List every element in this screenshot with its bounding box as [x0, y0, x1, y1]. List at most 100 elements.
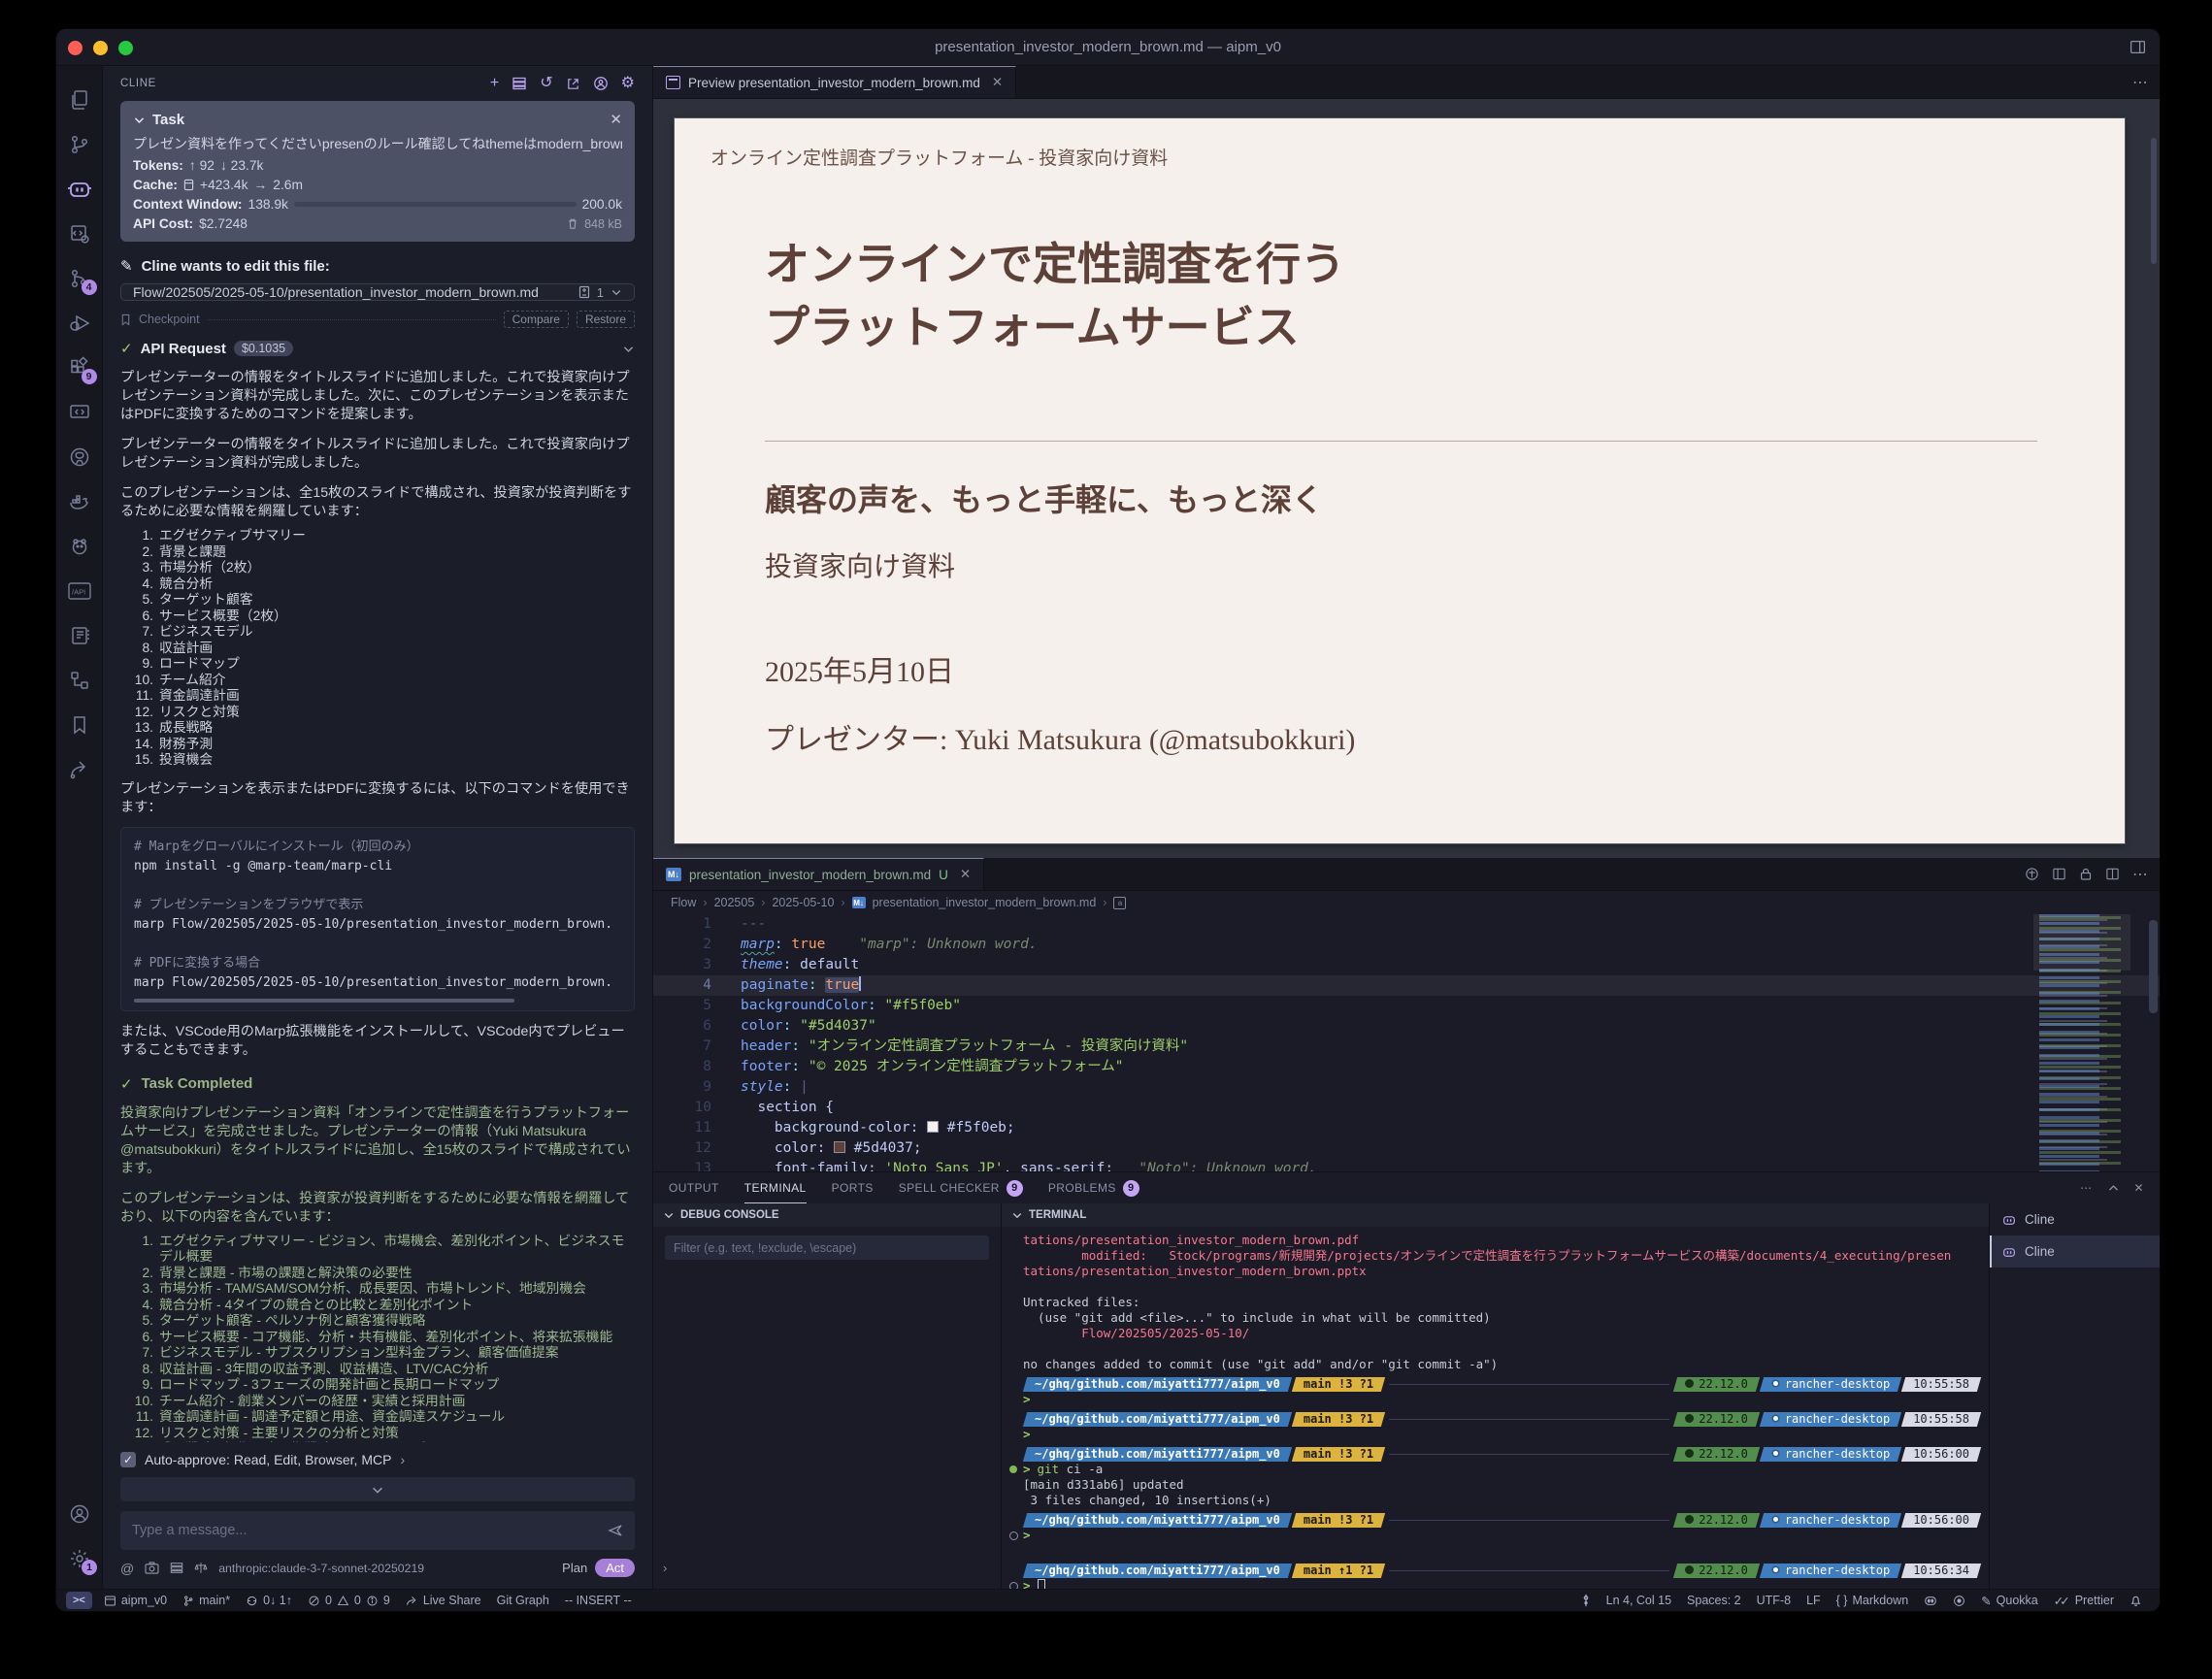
cursor-position-item[interactable]: Ln 4, Col 15	[1599, 1590, 1679, 1612]
code-line[interactable]: 10 section {	[653, 1098, 2160, 1118]
auto-approve-row[interactable]: ✓ Auto-approve: Read, Edit, Browser, MCP…	[120, 1452, 635, 1467]
rest-api-icon[interactable]: /API	[56, 569, 103, 613]
restore-button[interactable]: Restore	[577, 311, 635, 328]
mcp-servers-icon[interactable]	[512, 76, 527, 91]
terminal-session-item[interactable]: Cline	[1990, 1235, 2160, 1267]
editor-scrollbar[interactable]	[2149, 920, 2158, 1013]
chevron-down-icon[interactable]	[622, 343, 635, 355]
remote-explorer-icon[interactable]	[56, 390, 103, 435]
source-control-alt-icon[interactable]: 4	[56, 256, 103, 301]
code-line[interactable]: 8footer: "© 2025 オンライン定性調査プラットフォーム"	[653, 1057, 2160, 1077]
tab-markdown-file[interactable]: M↓ presentation_investor_modern_brown.md…	[653, 858, 984, 890]
terminal-session-item[interactable]: Cline	[1990, 1203, 2160, 1235]
more-actions-icon[interactable]: ⋯	[2080, 1181, 2092, 1195]
more-actions-icon[interactable]: ⋯	[2132, 73, 2148, 92]
history-icon[interactable]: ↺	[540, 76, 552, 91]
code-line[interactable]: 12 color: #5d4037;	[653, 1138, 2160, 1159]
quokka-item[interactable]: ✎Quokka	[1973, 1590, 2046, 1612]
compare-button[interactable]: Compare	[504, 311, 569, 328]
quokka-animal-icon[interactable]	[56, 524, 103, 569]
breadcrumb-item[interactable]: 202505	[714, 896, 755, 909]
customize-layout-icon[interactable]	[2129, 39, 2146, 55]
notebook-icon[interactable]	[56, 613, 103, 658]
tab-preview[interactable]: Preview presentation_investor_modern_bro…	[653, 66, 1016, 98]
open-in-editor-icon[interactable]	[566, 77, 580, 91]
extension-status-icon[interactable]	[1945, 1590, 1973, 1612]
pole-icon[interactable]	[1573, 1590, 1599, 1612]
workspace-item[interactable]: aipm_v0	[96, 1590, 175, 1612]
code-line[interactable]: 1---	[653, 914, 2160, 935]
mention-icon[interactable]: @	[120, 1561, 134, 1576]
act-toggle[interactable]: Act	[595, 1559, 635, 1577]
account-circle-icon[interactable]	[593, 76, 609, 91]
chevron-right-icon[interactable]: ›	[663, 1561, 667, 1575]
markdown-preview-pane[interactable]: オンライン定性調査プラットフォーム - 投資家向け資料 オンラインで定性調査を行…	[653, 99, 2160, 858]
bookmark-icon[interactable]	[56, 703, 103, 747]
edit-file-box[interactable]: Flow/202505/2025-05-10/presentation_inve…	[120, 283, 635, 301]
code-line[interactable]: 7header: "オンライン定性調査プラットフォーム - 投資家向け資料"	[653, 1037, 2160, 1057]
chat-scroll-area[interactable]: Task ✕ プレゼン資料を作ってくださいpresenのルール確認してねthem…	[103, 101, 652, 1442]
terminal-pane[interactable]: TERMINAL tations/presentation_investor_m…	[1002, 1203, 1990, 1589]
git-branch-item[interactable]: main*	[175, 1590, 238, 1612]
live-share-item[interactable]: Live Share	[398, 1590, 489, 1612]
auto-approve-checkbox[interactable]: ✓	[120, 1452, 136, 1467]
close-tab-icon[interactable]: ✕	[960, 867, 971, 882]
notifications-bell-icon[interactable]	[2122, 1590, 2150, 1612]
code-line[interactable]: 9style: |	[653, 1077, 2160, 1098]
close-window-button[interactable]	[68, 41, 83, 55]
open-preview-icon[interactable]	[2052, 867, 2066, 881]
maximize-panel-icon[interactable]	[2107, 1182, 2120, 1195]
eol-item[interactable]: LF	[1799, 1590, 1829, 1612]
github-icon[interactable]	[56, 435, 103, 479]
code-line[interactable]: 13 font-family: 'Noto Sans JP', sans-ser…	[653, 1159, 2160, 1171]
share-icon[interactable]	[56, 747, 103, 792]
new-task-icon[interactable]: +	[490, 76, 499, 91]
send-icon[interactable]	[608, 1523, 623, 1538]
copilot-icon[interactable]	[1916, 1590, 1945, 1612]
tab-spell-checker[interactable]: SPELL CHECKER9	[899, 1172, 1023, 1203]
code-editor[interactable]: 1---2marp: true "marp": Unknown word.3th…	[653, 914, 2160, 1171]
minimize-window-button[interactable]	[93, 41, 108, 55]
code-line[interactable]: 4paginate: true	[653, 975, 2160, 996]
indentation-item[interactable]: Spaces: 2	[1679, 1590, 1749, 1612]
code-line[interactable]: 2marp: true "marp": Unknown word.	[653, 935, 2160, 955]
run-debug-icon[interactable]	[56, 301, 103, 346]
extensions-icon[interactable]: 9	[56, 346, 103, 390]
screenshot-icon[interactable]	[145, 1562, 159, 1574]
cline-icon[interactable]	[56, 167, 103, 212]
prettier-item[interactable]: ✓✓Prettier	[2046, 1590, 2122, 1612]
code-line[interactable]: 6color: "#5d4037"	[653, 1016, 2160, 1037]
mcp-icon[interactable]	[170, 1562, 183, 1574]
plan-toggle[interactable]: Plan	[562, 1561, 587, 1575]
git-sync-item[interactable]: 0↓ 1↑	[238, 1590, 300, 1612]
close-panel-icon[interactable]: ✕	[2134, 1181, 2144, 1195]
rules-icon[interactable]	[194, 1562, 208, 1574]
minimap-viewport[interactable]	[2033, 914, 2130, 971]
breadcrumb-item[interactable]: 2025-05-10	[772, 896, 834, 909]
source-control-icon[interactable]	[56, 122, 103, 167]
breadcrumb-item[interactable]: presentation_investor_modern_brown.md	[873, 896, 1097, 909]
lock-icon[interactable]	[2079, 867, 2093, 881]
tab-output[interactable]: OUTPUT	[669, 1172, 719, 1203]
git-graph-item[interactable]: Git Graph	[489, 1590, 557, 1612]
maximize-window-button[interactable]	[118, 41, 133, 55]
code-line[interactable]: 3theme: default	[653, 955, 2160, 975]
settings-gear-icon[interactable]: 1	[56, 1536, 103, 1581]
message-input[interactable]: Type a message...	[120, 1511, 635, 1550]
docker-icon[interactable]	[56, 479, 103, 524]
tab-ports[interactable]: PORTS	[832, 1172, 874, 1203]
trash-icon[interactable]	[567, 217, 578, 230]
code-line[interactable]: 11 background-color: #f5f0eb;	[653, 1118, 2160, 1138]
explorer-icon[interactable]	[56, 78, 103, 122]
preview-scrollbar[interactable]	[2151, 138, 2157, 264]
breadcrumb[interactable]: Flow› 202505› 2025-05-10› M↓ presentatio…	[653, 891, 2160, 914]
remote-indicator[interactable]: ><	[66, 1592, 92, 1609]
debug-filter-input[interactable]: Filter (e.g. text, !exclude, \escape)	[665, 1235, 989, 1260]
horizontal-scrollbar[interactable]	[134, 999, 514, 1003]
encoding-item[interactable]: UTF-8	[1749, 1590, 1799, 1612]
tab-terminal[interactable]: TERMINAL	[744, 1172, 807, 1203]
settings-icon[interactable]: ⚙	[621, 76, 635, 91]
chevron-down-icon[interactable]	[611, 286, 622, 298]
command-code-block[interactable]: # Marpをグローバルにインストール（初回のみ）npm install -g …	[120, 827, 635, 1011]
tab-problems[interactable]: PROBLEMS9	[1048, 1172, 1139, 1203]
